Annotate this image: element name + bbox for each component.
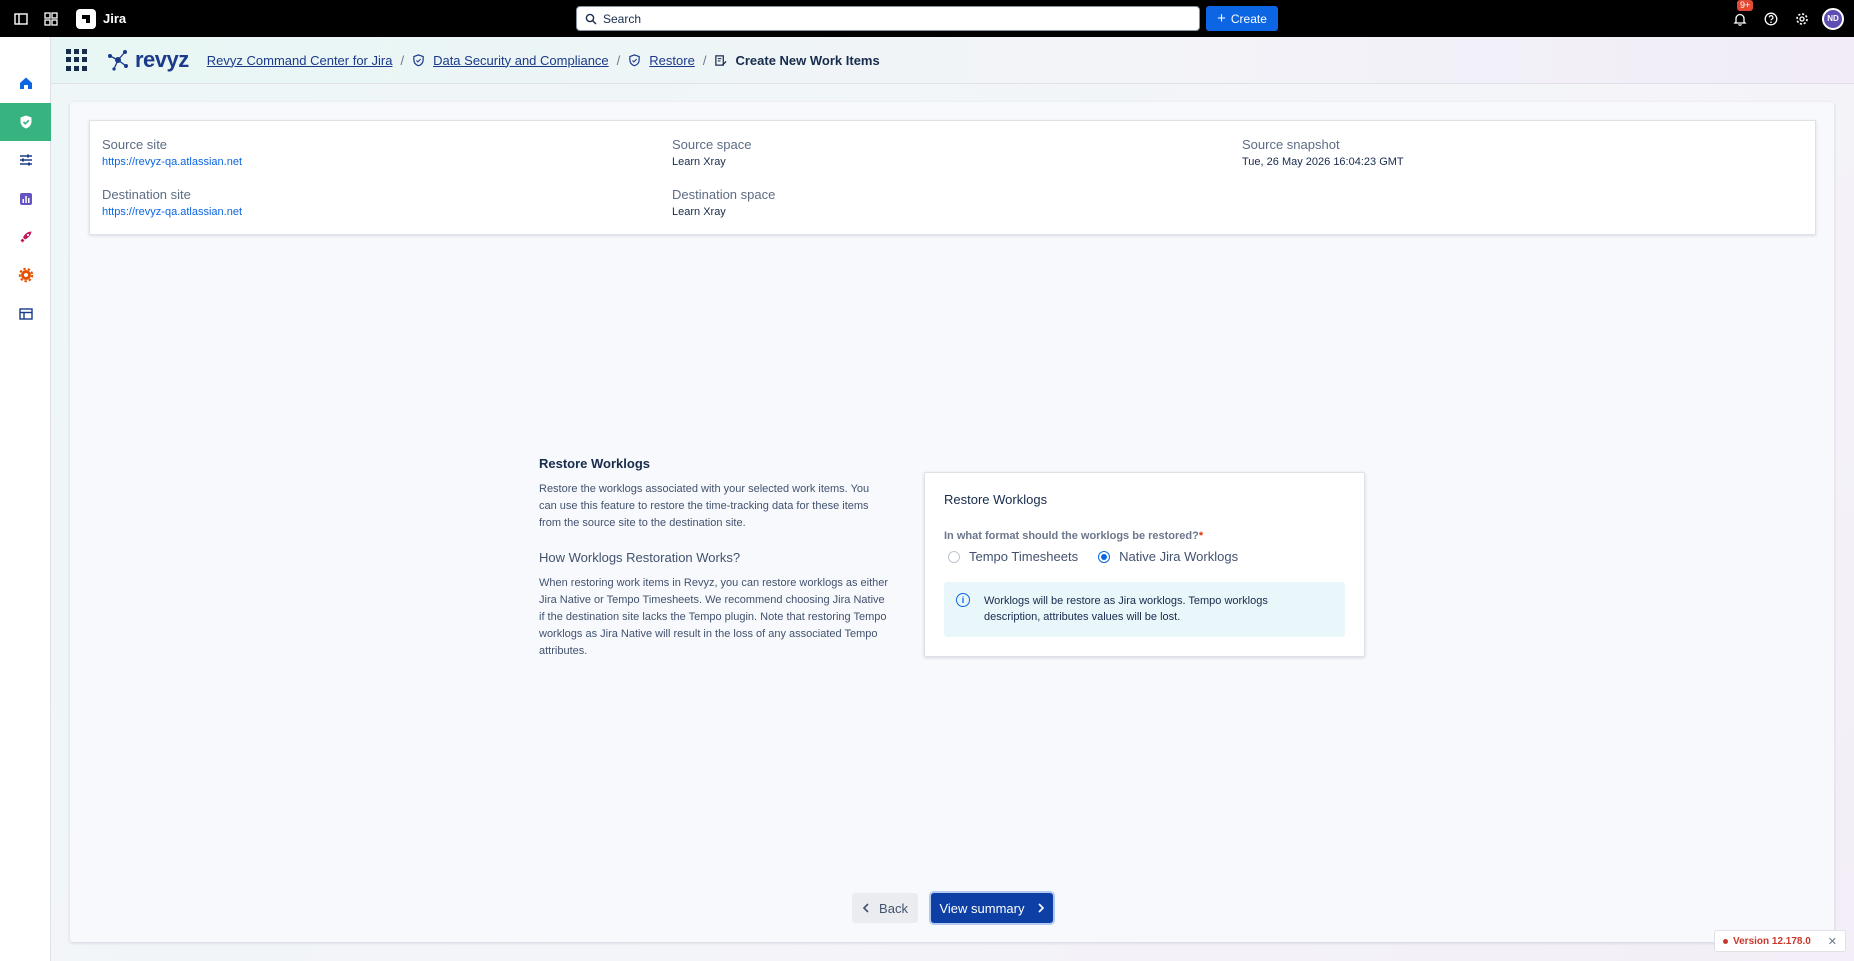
info-icon: i	[956, 593, 970, 607]
rail-item-launch[interactable]	[0, 218, 51, 256]
top-left-controls: Jira	[0, 8, 126, 30]
radio-native-jira-worklogs[interactable]: Native Jira Worklogs	[1098, 549, 1238, 564]
create-label: Create	[1230, 11, 1267, 26]
destination-space-field: Destination space Learn Xray	[672, 187, 775, 218]
source-site-field: Source site https://revyz-qa.atlassian.n…	[102, 137, 242, 168]
avatar[interactable]: ND	[1822, 7, 1844, 30]
destination-site-label: Destination site	[102, 187, 191, 202]
source-snapshot-value: Tue, 26 May 2026 16:04:23 GMT	[1242, 156, 1404, 168]
restore-worklogs-title: Restore Worklogs	[944, 492, 1048, 507]
chevron-right-icon	[1037, 903, 1044, 913]
breadcrumb-data-security[interactable]: Data Security and Compliance	[433, 53, 609, 68]
left-rail	[0, 37, 51, 961]
version-label: Version 12.178.0	[1733, 935, 1811, 947]
version-indicator: Version 12.178.0 ✕	[1714, 930, 1846, 952]
rail-item-settings[interactable]	[0, 256, 51, 294]
destination-space-value: Learn Xray	[672, 206, 726, 218]
help-icon	[1764, 12, 1778, 25]
table-icon	[18, 308, 33, 320]
radio-button-unselected[interactable]	[948, 550, 960, 563]
description-body: Restore the worklogs associated with you…	[539, 483, 870, 529]
source-space-field: Source space Learn Xray	[672, 137, 752, 168]
radio-tempo-timesheets[interactable]: Tempo Timesheets	[948, 549, 1078, 564]
app-switcher-icon[interactable]	[40, 8, 62, 30]
plus-icon: +	[1217, 9, 1226, 27]
restore-worklogs-card: Restore Worklogs In what format should t…	[924, 472, 1365, 657]
source-snapshot-field: Source snapshot Tue, 26 May 2026 16:04:2…	[1242, 137, 1404, 168]
destination-space-label: Destination space	[672, 187, 776, 202]
search-input[interactable]: Search	[576, 6, 1200, 31]
source-space-value: Learn Xray	[672, 156, 726, 168]
back-label: Back	[879, 900, 908, 916]
jira-home-link[interactable]: Jira	[76, 8, 127, 29]
jira-logo-icon	[76, 8, 96, 29]
notification-badge: 9+	[1737, 0, 1754, 11]
source-space-label: Source space	[672, 137, 752, 152]
notifications-button[interactable]: 9+	[1729, 0, 1754, 30]
radio-label-tempo: Tempo Timesheets	[969, 549, 1079, 564]
app-header: revyz Revyz Command Center for Jira / Da…	[51, 37, 1854, 84]
destination-site-field: Destination site https://revyz-qa.atlass…	[102, 187, 242, 218]
format-question-text: In what format should the worklogs be re…	[944, 530, 1199, 542]
radio-label-native: Native Jira Worklogs	[1119, 549, 1239, 564]
top-right-controls: 9+ ND	[1729, 0, 1844, 37]
how-it-works-title: How Worklogs Restoration Works?	[539, 550, 741, 565]
description-title: Restore Worklogs	[539, 456, 651, 471]
rocket-icon	[20, 231, 31, 243]
sliders-icon	[19, 154, 32, 166]
info-note-text: Worklogs will be restore as Jira worklog…	[984, 595, 1268, 623]
page-title: Create New Work Items	[735, 52, 880, 68]
close-icon[interactable]: ✕	[1828, 935, 1837, 948]
info-note: i Worklogs will be restore as Jira workl…	[944, 582, 1345, 637]
breadcrumb-restore[interactable]: Restore	[649, 53, 695, 68]
breadcrumb-separator: /	[400, 52, 405, 68]
rail-item-configuration[interactable]	[0, 141, 51, 179]
app-menu-grid-icon[interactable]	[66, 49, 88, 71]
required-marker: *	[1198, 530, 1204, 542]
back-button[interactable]: Back	[852, 893, 918, 923]
chevron-left-icon	[862, 903, 869, 913]
shield-icon	[629, 53, 641, 66]
worklog-format-radio-group: Tempo Timesheets Native Jira Worklogs	[948, 549, 1238, 564]
status-dot-icon	[1723, 938, 1728, 944]
source-destination-summary: Source site https://revyz-qa.atlassian.n…	[89, 120, 1816, 235]
app-name: Jira	[103, 11, 127, 26]
home-icon	[19, 77, 32, 89]
source-site-link[interactable]: https://revyz-qa.atlassian.net	[102, 156, 242, 168]
top-navigation-bar: Jira Search + Create 9+ ND	[0, 0, 1854, 37]
cog-icon	[18, 267, 33, 283]
format-question: In what format should the worklogs be re…	[944, 530, 1203, 542]
worklogs-description: Restore Worklogs Restore the worklogs as…	[539, 456, 889, 660]
breadcrumb: Revyz Command Center for Jira / Data Sec…	[207, 53, 880, 68]
shield-icon	[413, 53, 424, 66]
search-placeholder: Search	[603, 11, 642, 26]
rail-item-reports[interactable]	[0, 180, 51, 218]
revyz-logo[interactable]: revyz	[105, 47, 189, 73]
shield-check-icon	[20, 115, 31, 129]
destination-site-link[interactable]: https://revyz-qa.atlassian.net	[102, 206, 242, 218]
rail-item-security[interactable]	[0, 103, 51, 141]
how-it-works-body: When restoring work items in Revyz, you …	[539, 577, 889, 657]
radio-button-selected[interactable]	[1098, 550, 1111, 563]
revyz-logo-text: revyz	[135, 47, 189, 72]
bell-icon	[1733, 13, 1747, 26]
source-site-label: Source site	[102, 137, 168, 152]
breadcrumb-command-center[interactable]: Revyz Command Center for Jira	[207, 53, 393, 68]
create-button[interactable]: + Create	[1206, 6, 1278, 31]
breadcrumb-separator: /	[702, 52, 707, 68]
document-edit-icon	[715, 54, 727, 66]
sidebar-toggle-icon[interactable]	[10, 8, 32, 30]
settings-button[interactable]	[1791, 8, 1813, 30]
search-icon	[585, 13, 597, 24]
chart-icon	[19, 193, 32, 205]
help-button[interactable]	[1760, 8, 1782, 30]
source-snapshot-label: Source snapshot	[1242, 137, 1340, 152]
gear-icon	[1796, 12, 1808, 25]
revyz-logo-icon	[108, 50, 128, 71]
view-summary-label: View summary	[939, 900, 1025, 916]
breadcrumb-separator: /	[616, 52, 621, 68]
view-summary-button[interactable]: View summary	[931, 893, 1053, 923]
rail-item-table[interactable]	[0, 295, 51, 333]
rail-item-home[interactable]	[0, 64, 51, 102]
